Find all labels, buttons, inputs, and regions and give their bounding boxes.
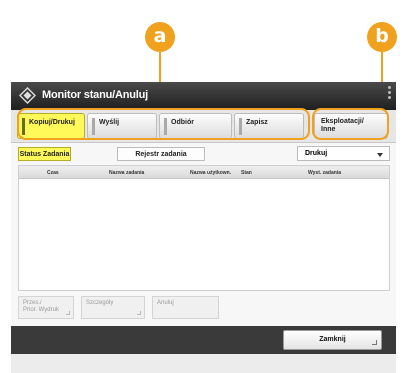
column-header-job-issue: Wyst. zadania — [308, 170, 341, 176]
column-header-status: Stan — [241, 170, 252, 176]
details-label: Szczegóły — [86, 300, 114, 306]
column-header-job-name: Nazwa zadania — [109, 170, 145, 176]
title-menu-dots — [388, 86, 392, 101]
job-status-button[interactable]: Status Zadania — [18, 147, 71, 161]
chevron-down-icon — [377, 153, 383, 157]
monitor-status-icon — [19, 87, 36, 104]
priority-print-label: Przes./ Prior. Wydruk — [23, 300, 59, 313]
button-corner-mark — [372, 340, 377, 345]
details-button[interactable]: Szczegóły — [81, 296, 145, 319]
callout-a-highlight — [17, 108, 310, 140]
button-corner-mark — [137, 311, 141, 315]
callout-b-highlight — [312, 108, 389, 140]
table-header: Czas Nazwa zadania Nazwa użytkown. Stan … — [19, 166, 389, 179]
job-log-button[interactable]: Rejestr zadania — [117, 147, 205, 161]
priority-print-button[interactable]: Przes./ Prior. Wydruk — [18, 296, 74, 319]
job-type-value: Drukuj — [305, 150, 328, 157]
button-corner-mark — [66, 311, 70, 315]
job-table: Czas Nazwa zadania Nazwa użytkown. Stan … — [18, 165, 390, 291]
column-header-time: Czas — [47, 170, 59, 176]
window-title: Monitor stanu/Anuluj — [42, 89, 148, 101]
title-bar: Monitor stanu/Anuluj — [11, 82, 396, 110]
close-button-label: Zamknij — [319, 336, 346, 343]
bottom-bar: Zamknij — [11, 326, 396, 354]
callout-b-marker: b — [367, 22, 397, 52]
column-header-user-name: Nazwa użytkown. — [190, 170, 232, 176]
cancel-label: Anuluj — [157, 300, 174, 306]
close-button[interactable]: Zamknij — [283, 330, 382, 350]
callout-a-marker: a — [145, 22, 175, 52]
job-type-select[interactable]: Drukuj — [297, 146, 390, 161]
footer-strip — [11, 354, 396, 373]
cancel-job-button[interactable]: Anuluj — [152, 296, 219, 319]
